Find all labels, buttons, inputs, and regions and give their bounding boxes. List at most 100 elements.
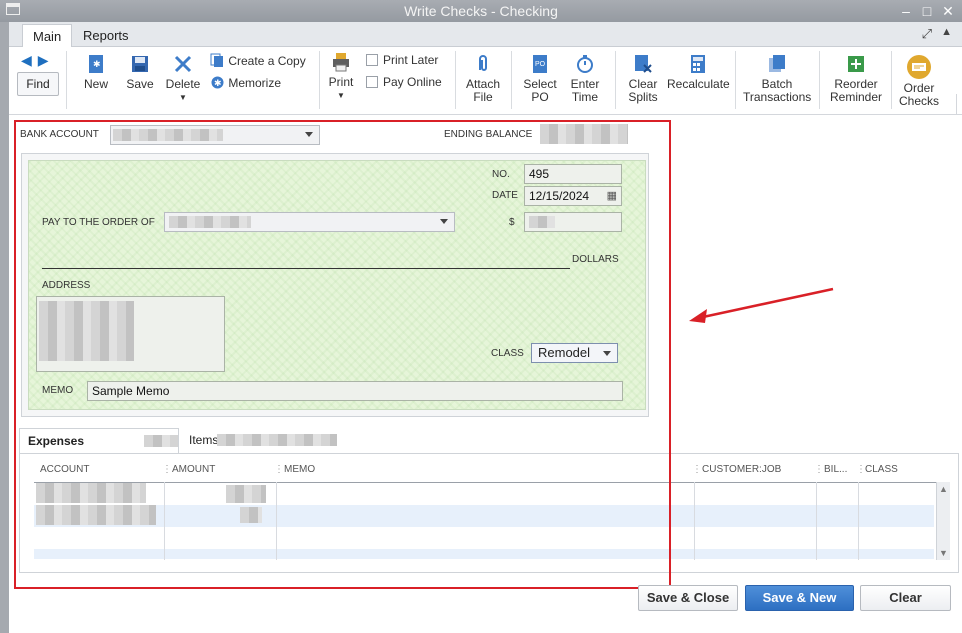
window-title: Write Checks - Checking [404, 3, 558, 19]
printer-icon [333, 53, 349, 72]
pay-online-checkbox[interactable]: Pay Online [366, 75, 442, 89]
address-label: ADDRESS [42, 280, 91, 291]
column-header-memo[interactable]: MEMO [284, 464, 315, 475]
print-later-box[interactable] [366, 54, 378, 66]
order-checks-button[interactable]: Order Checks [899, 54, 939, 108]
dollars-label: DOLLARS [572, 254, 619, 265]
column-resize-handle[interactable]: ⋮ [162, 464, 172, 475]
toolbar-separator [615, 51, 616, 109]
save-button[interactable]: Save [123, 54, 157, 91]
tab-items[interactable]: Items [181, 428, 351, 454]
table-row[interactable] [34, 549, 934, 559]
check-number-label: NO. [492, 169, 510, 180]
print-button[interactable]: Print ▼ [327, 52, 355, 102]
column-resize-handle[interactable]: ⋮ [274, 464, 284, 475]
amount-value-redacted [529, 216, 555, 228]
order-checks-icon [907, 55, 931, 79]
enter-time-button[interactable]: Enter Time [566, 54, 604, 104]
toolbar-separator [319, 51, 320, 109]
stopwatch-icon [577, 55, 593, 73]
create-copy-label: Create a Copy [228, 54, 306, 68]
memorize-icon: ✱ [211, 76, 224, 89]
select-po-button[interactable]: PO Select PO [521, 54, 559, 104]
amount-words-line [42, 268, 570, 269]
dropdown-arrow-icon [440, 219, 448, 224]
amount-cell-redacted [240, 507, 262, 523]
print-label: Print [328, 75, 354, 89]
minimize-button[interactable]: – [896, 1, 916, 21]
attach-file-button[interactable]: Attach File [464, 54, 502, 104]
print-later-checkbox[interactable]: Print Later [366, 53, 438, 67]
column-line [816, 482, 817, 560]
toolbar-separator [735, 51, 736, 109]
select-po-label-2: PO [531, 90, 549, 104]
delete-button[interactable]: Delete ▼ [165, 54, 201, 104]
print-dropdown-icon[interactable]: ▼ [327, 89, 355, 102]
column-resize-handle[interactable]: ⋮ [692, 464, 702, 475]
column-header-billable[interactable]: BIL... [824, 464, 847, 475]
pay-to-order-label: PAY TO THE ORDER OF [42, 217, 155, 228]
prev-next-arrows-icon[interactable]: ◀▶ [21, 52, 55, 69]
print-later-label: Print Later [383, 53, 439, 67]
calendar-icon[interactable]: ▦ [607, 189, 617, 202]
table-row[interactable] [34, 505, 934, 527]
svg-text:✱: ✱ [214, 78, 222, 88]
new-button[interactable]: ✱ New [81, 54, 111, 91]
maximize-button[interactable]: □ [917, 1, 937, 21]
column-header-customer-job[interactable]: CUSTOMER:JOB [702, 464, 781, 475]
account-cell-redacted [36, 483, 146, 503]
column-header-class[interactable]: CLASS [865, 464, 898, 475]
new-document-icon: ✱ [89, 55, 103, 73]
save-new-button[interactable]: Save & New [745, 585, 854, 611]
amount-field[interactable] [524, 212, 622, 232]
payee-dropdown[interactable] [164, 212, 455, 232]
address-field[interactable] [36, 296, 225, 372]
save-close-button[interactable]: Save & Close [638, 585, 738, 611]
check-number-field[interactable]: 495 [524, 164, 622, 184]
recalculate-button[interactable]: Recalculate [667, 54, 730, 91]
grid-scrollbar[interactable]: ▲ ▼ [936, 482, 950, 560]
tab-expenses-label: Expenses [28, 434, 85, 448]
tab-items-label: Items [189, 433, 219, 447]
memorize-button[interactable]: ✱ Memorize [210, 75, 281, 90]
date-field[interactable]: 12/15/2024 ▦ [524, 186, 622, 206]
collapse-ribbon-icon[interactable]: ▲ [941, 26, 952, 38]
save-label: Save [126, 77, 154, 91]
clear-button[interactable]: Clear [860, 585, 951, 611]
amount-cell-redacted [226, 485, 266, 503]
scroll-down-icon[interactable]: ▼ [939, 548, 948, 558]
reorder-reminder-button[interactable]: Reorder Reminder [827, 54, 885, 104]
column-header-account[interactable]: ACCOUNT [40, 464, 89, 475]
clear-splits-button[interactable]: Clear Splits [623, 54, 663, 104]
column-header-amount[interactable]: AMOUNT [172, 464, 215, 475]
pay-online-box[interactable] [366, 76, 378, 88]
items-total-redacted [217, 434, 337, 446]
tab-expenses[interactable]: Expenses [19, 428, 179, 454]
recalculate-label: Recalculate [667, 77, 730, 91]
column-resize-handle[interactable]: ⋮ [814, 464, 824, 475]
expand-icon[interactable]: ⤢ [922, 26, 932, 42]
close-button[interactable]: ✕ [938, 1, 958, 21]
tab-main[interactable]: Main [22, 24, 73, 47]
ending-balance-label: ENDING BALANCE [444, 129, 533, 140]
class-dropdown[interactable]: Remodel [531, 343, 618, 363]
memo-field[interactable]: Sample Memo [87, 381, 623, 401]
window-titlebar: Write Checks - Checking – □ ✕ [0, 0, 962, 22]
window-left-border [0, 22, 9, 633]
toolbar-separator [891, 51, 892, 109]
delete-dropdown-icon[interactable]: ▼ [165, 91, 201, 104]
clear-splits-label-2: Splits [628, 90, 658, 104]
table-row[interactable] [34, 527, 934, 549]
scroll-up-icon[interactable]: ▲ [939, 484, 948, 494]
detail-tabs: Expenses Items [19, 428, 959, 454]
create-copy-button[interactable]: Create a Copy [210, 53, 306, 68]
bank-account-dropdown[interactable] [110, 125, 320, 145]
annotation-arrow-icon [689, 287, 834, 323]
table-row[interactable] [34, 483, 934, 505]
batch-transactions-button[interactable]: Batch Transactions [743, 54, 811, 104]
toolbar-separator [66, 51, 67, 109]
account-cell-redacted [36, 505, 156, 525]
tab-reports[interactable]: Reports [73, 24, 139, 47]
find-button[interactable]: Find [17, 72, 59, 96]
attach-file-label-2: File [473, 90, 493, 104]
